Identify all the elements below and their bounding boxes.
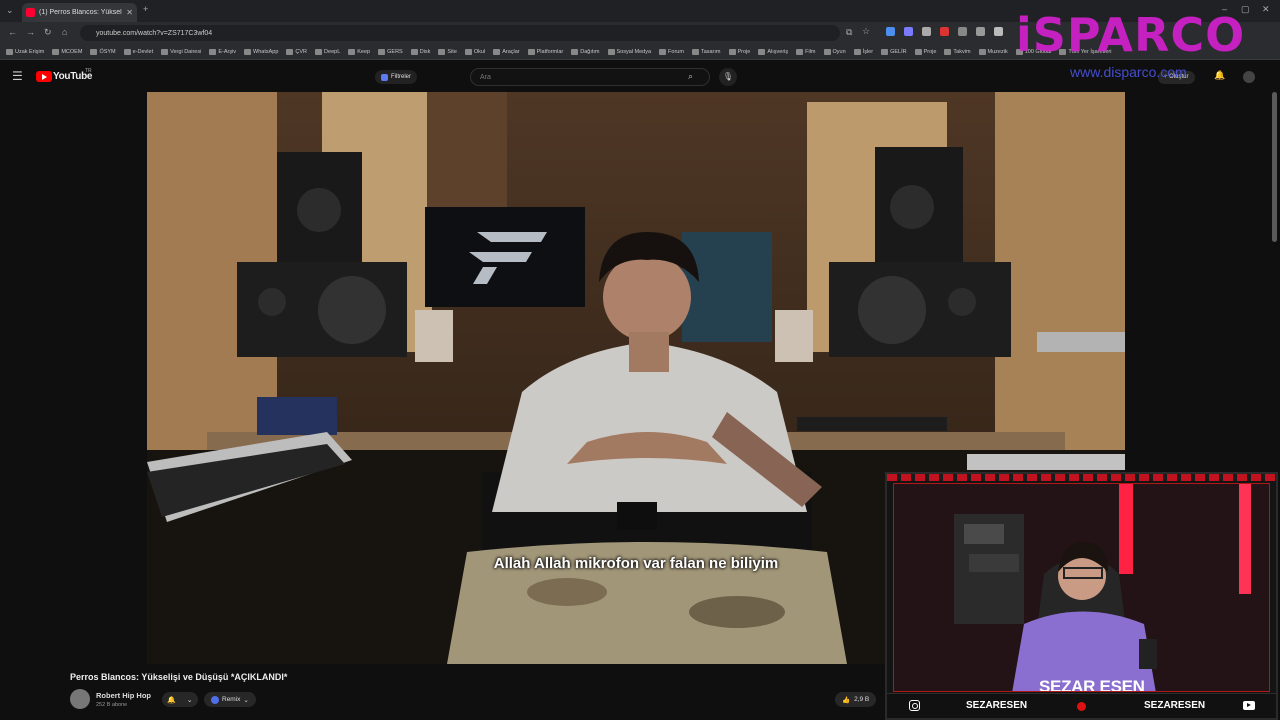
bookmark-item[interactable]: WhatsApp — [244, 48, 278, 55]
streamer-name: SEZAR ESEN — [1039, 677, 1145, 692]
bookmark-star-icon[interactable]: ☆ — [862, 26, 870, 37]
region-code: TR — [85, 68, 92, 74]
search-icon[interactable]: ⌕ — [688, 71, 693, 82]
bookmark-folder[interactable]: İşler — [853, 48, 873, 55]
bookmark-folder[interactable]: Araçlar — [493, 48, 520, 55]
close-tab-icon[interactable]: ✕ — [126, 8, 133, 17]
bookmark-item[interactable]: ÇVR — [286, 48, 307, 55]
extension-icon[interactable] — [994, 27, 1003, 36]
address-bar[interactable]: youtube.com/watch?v=ZS717C3wf04 — [80, 25, 840, 41]
bookmark-folder[interactable]: Platformlar — [527, 48, 563, 55]
instagram-icon — [909, 700, 920, 711]
close-window-icon[interactable]: ✕ — [1262, 4, 1270, 15]
home-icon[interactable]: ⌂ — [62, 27, 67, 37]
filter-icon — [381, 73, 388, 81]
like-icon: 👍 — [842, 696, 851, 704]
bookmark-folder[interactable]: Oyun — [823, 48, 846, 55]
notification-button[interactable]: 🔔 ⌄ — [162, 692, 198, 707]
youtube-logo-icon[interactable] — [36, 71, 52, 82]
back-icon[interactable]: ← — [8, 27, 17, 37]
bookmark-folder[interactable]: Proje — [728, 48, 750, 55]
bookmark-folder[interactable]: Site — [438, 48, 457, 55]
bookmark-folder[interactable]: Takvim — [944, 48, 971, 55]
watermark-brand: iSPARCO — [1016, 8, 1246, 62]
bell-icon: 🔔 — [167, 696, 177, 704]
new-tab-icon[interactable]: + — [143, 4, 148, 14]
bookmark-item[interactable]: DeepL — [315, 48, 340, 55]
reload-icon[interactable]: ↻ — [44, 27, 52, 38]
like-count: 2,9 B — [854, 696, 870, 703]
extension-icon[interactable] — [958, 27, 967, 36]
bookmark-folder[interactable]: Sosyal Medya — [607, 48, 651, 55]
page-scrollbar[interactable] — [1272, 92, 1277, 242]
filters-button[interactable]: Filtreler — [375, 70, 418, 84]
bookmark-item[interactable]: Keep — [348, 48, 370, 55]
remix-icon — [211, 695, 219, 704]
extension-icon[interactable] — [940, 27, 949, 36]
webcam-overlay: SEZAR ESEN SEZARESEN SEZARESEN — [885, 472, 1278, 720]
bookmark-folder[interactable]: Forum — [659, 48, 684, 55]
youtube-favicon-icon — [26, 8, 35, 17]
channel-name[interactable]: Robert Hip Hop — [96, 691, 151, 700]
tab-title: (1) Perros Blancos: Yükselişi — [39, 9, 123, 16]
bookmark-folder[interactable]: Muzezik — [978, 48, 1008, 55]
bookmark-item[interactable]: Uzak Erişim — [6, 48, 44, 55]
install-icon[interactable]: ⧉ — [846, 27, 852, 38]
overlay-top-strip — [887, 474, 1276, 481]
bookmark-folder[interactable]: Okul — [464, 48, 485, 55]
extension-icon[interactable] — [904, 27, 913, 36]
bookmark-item[interactable]: MCOEM — [52, 48, 82, 55]
youtube-icon — [1243, 701, 1255, 710]
extension-icon[interactable] — [922, 27, 931, 36]
video-title: Perros Blancos: Yükselişi ve Düşüşü *AÇI… — [70, 672, 288, 682]
filters-label: Filtreler — [391, 74, 412, 80]
bookmark-item[interactable]: E-Arşiv — [209, 48, 236, 55]
forward-icon[interactable]: → — [26, 27, 35, 37]
url-text: youtube.com/watch?v=ZS717C3wf04 — [96, 29, 213, 37]
watermark-url: www.disparco.com — [1070, 64, 1187, 80]
subscriber-count: 252 B abone — [96, 702, 128, 708]
bookmark-folder[interactable]: Film — [796, 48, 816, 55]
social-bar: SEZARESEN SEZARESEN — [887, 693, 1276, 718]
live-dot-icon — [1077, 702, 1086, 711]
channel-avatar[interactable] — [70, 689, 90, 709]
remix-label: Remix — [222, 696, 241, 703]
bookmark-item[interactable]: ÖSYM — [90, 48, 116, 55]
like-button[interactable]: 👍 2,9 B — [835, 692, 877, 707]
tab-list-icon[interactable]: ⌄ — [6, 5, 14, 16]
chevron-down-icon: ⌄ — [243, 696, 249, 704]
bookmark-folder[interactable]: GERS — [378, 48, 403, 55]
youtube-handle: SEZARESEN — [1144, 700, 1206, 711]
bookmark-folder[interactable]: Tasarım — [691, 48, 721, 55]
menu-icon[interactable]: ☰ — [12, 69, 23, 83]
chevron-down-icon: ⌄ — [186, 696, 193, 704]
webcam-view: SEZAR ESEN — [893, 483, 1270, 692]
mic-icon[interactable]: 🎙 — [719, 68, 737, 86]
bookmark-folder[interactable]: GELİR — [881, 48, 907, 55]
extension-icon[interactable] — [976, 27, 985, 36]
bookmark-item[interactable]: e-Devlet — [123, 48, 153, 55]
avatar[interactable] — [1243, 71, 1255, 83]
search-placeholder: Ara — [480, 74, 491, 81]
bookmark-folder[interactable]: Alışveriş — [758, 48, 788, 55]
extension-icon[interactable] — [886, 27, 895, 36]
browser-tab[interactable]: (1) Perros Blancos: Yükselişi ✕ — [22, 3, 137, 22]
bell-icon[interactable]: 🔔 — [1214, 70, 1225, 81]
bookmark-folder[interactable]: Dağıtım — [571, 48, 600, 55]
bookmark-folder[interactable]: Proje — [914, 48, 936, 55]
search-input[interactable]: Ara — [470, 68, 710, 86]
instagram-handle: SEZARESEN — [966, 700, 1028, 711]
bookmark-folder[interactable]: Disk — [410, 48, 430, 55]
bookmark-item[interactable]: Vergi Dairesi — [161, 48, 201, 55]
remix-button[interactable]: Remix ⌄ — [204, 692, 256, 707]
